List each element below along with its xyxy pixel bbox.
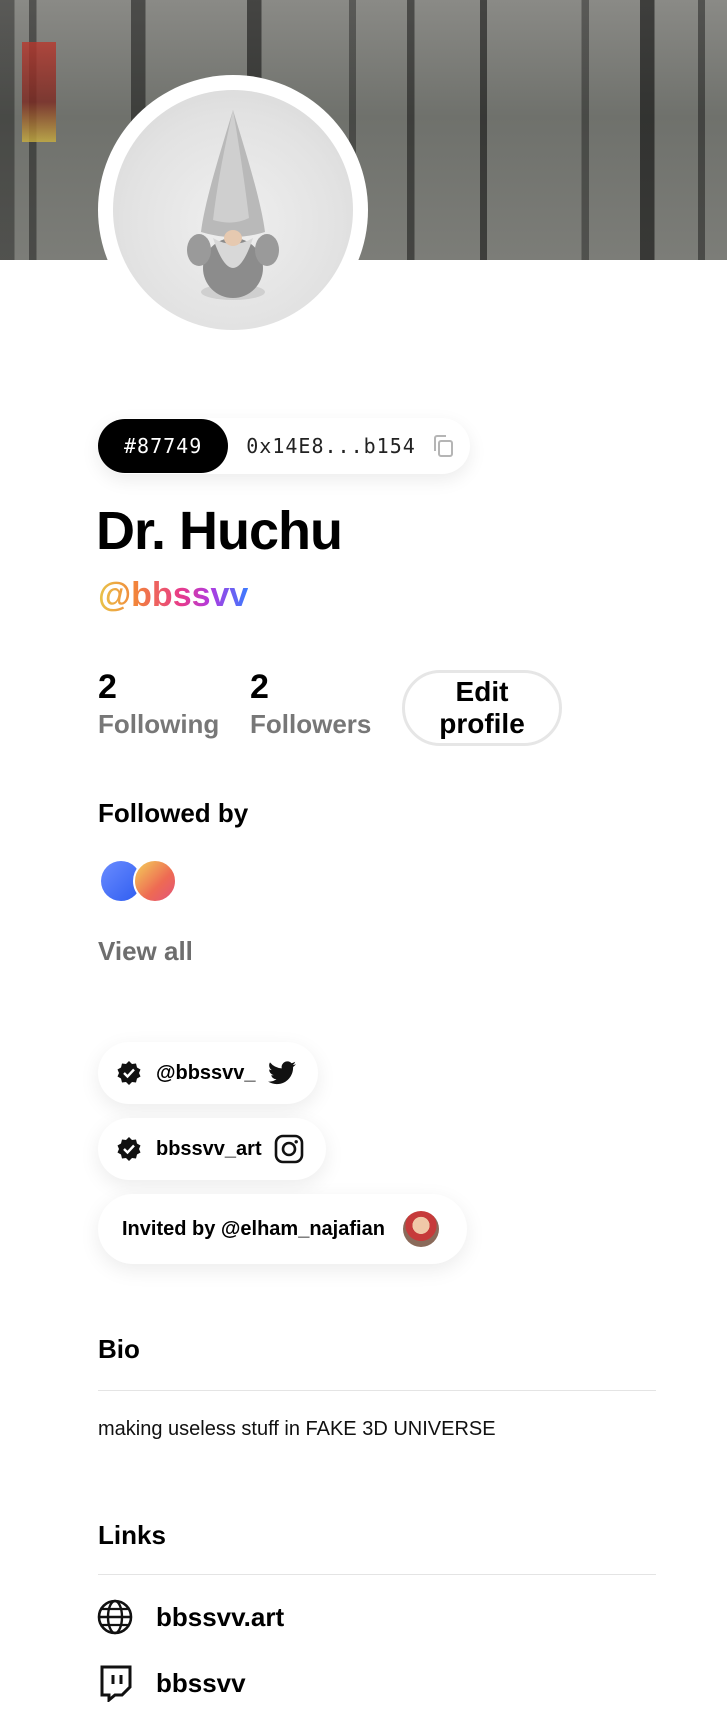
link-label: bbssvv.art <box>156 1601 285 1632</box>
twitter-icon <box>267 1061 296 1085</box>
verified-badge-icon <box>117 1137 141 1161</box>
avatar <box>113 90 353 330</box>
wallet-address: 0x14E8...b154 <box>246 434 416 458</box>
twitter-handle: @bbssvv_ <box>156 1061 256 1084</box>
twitch-icon <box>100 1665 132 1702</box>
gnome-avatar-image <box>187 110 279 300</box>
link-item-website[interactable]: bbssvv.art <box>96 1598 284 1636</box>
twitter-pill[interactable]: @bbssvv_ <box>98 1042 318 1104</box>
token-id-badge: #87749 <box>98 419 229 473</box>
bio-heading: Bio <box>98 1334 140 1364</box>
profile-name: Dr. Huchu <box>96 501 343 561</box>
invited-by-text: Invited by @elham_najafian <box>122 1217 385 1240</box>
banner-detail <box>22 42 56 142</box>
followers-count: 2 <box>250 668 269 706</box>
view-all-link[interactable]: View all <box>98 936 193 967</box>
instagram-pill[interactable]: bbssvv_art <box>98 1118 326 1180</box>
inviter-avatar <box>402 1211 439 1247</box>
instagram-icon <box>274 1134 303 1164</box>
link-label: bbssvv <box>156 1667 246 1698</box>
follower-avatar[interactable] <box>133 859 177 903</box>
following-label: Following <box>98 709 220 739</box>
profile-handle: @bbssvv <box>98 576 249 614</box>
edit-profile-button[interactable]: Edit profile <box>402 670 562 746</box>
followed-by-avatars[interactable] <box>101 859 181 903</box>
followers-stat[interactable]: 2 Followers <box>250 668 371 740</box>
wallet-id-pill: #87749 0x14E8...b154 <box>98 418 470 474</box>
verified-badge-icon <box>117 1061 141 1085</box>
followers-label: Followers <box>250 709 372 739</box>
instagram-handle: bbssvv_art <box>156 1137 262 1160</box>
following-count: 2 <box>98 668 117 706</box>
bio-text: making useless stuff in FAKE 3D UNIVERSE <box>98 1418 496 1440</box>
following-stat[interactable]: 2 Following <box>98 668 219 740</box>
links-divider <box>98 1574 656 1575</box>
links-heading: Links <box>98 1520 166 1550</box>
followed-by-heading: Followed by <box>98 798 249 828</box>
bio-divider <box>98 1390 656 1391</box>
invited-by-pill[interactable]: Invited by @elham_najafian <box>98 1194 467 1264</box>
globe-icon <box>97 1599 133 1635</box>
copy-icon[interactable] <box>430 433 456 459</box>
link-item-twitch[interactable]: bbssvv <box>96 1664 246 1702</box>
